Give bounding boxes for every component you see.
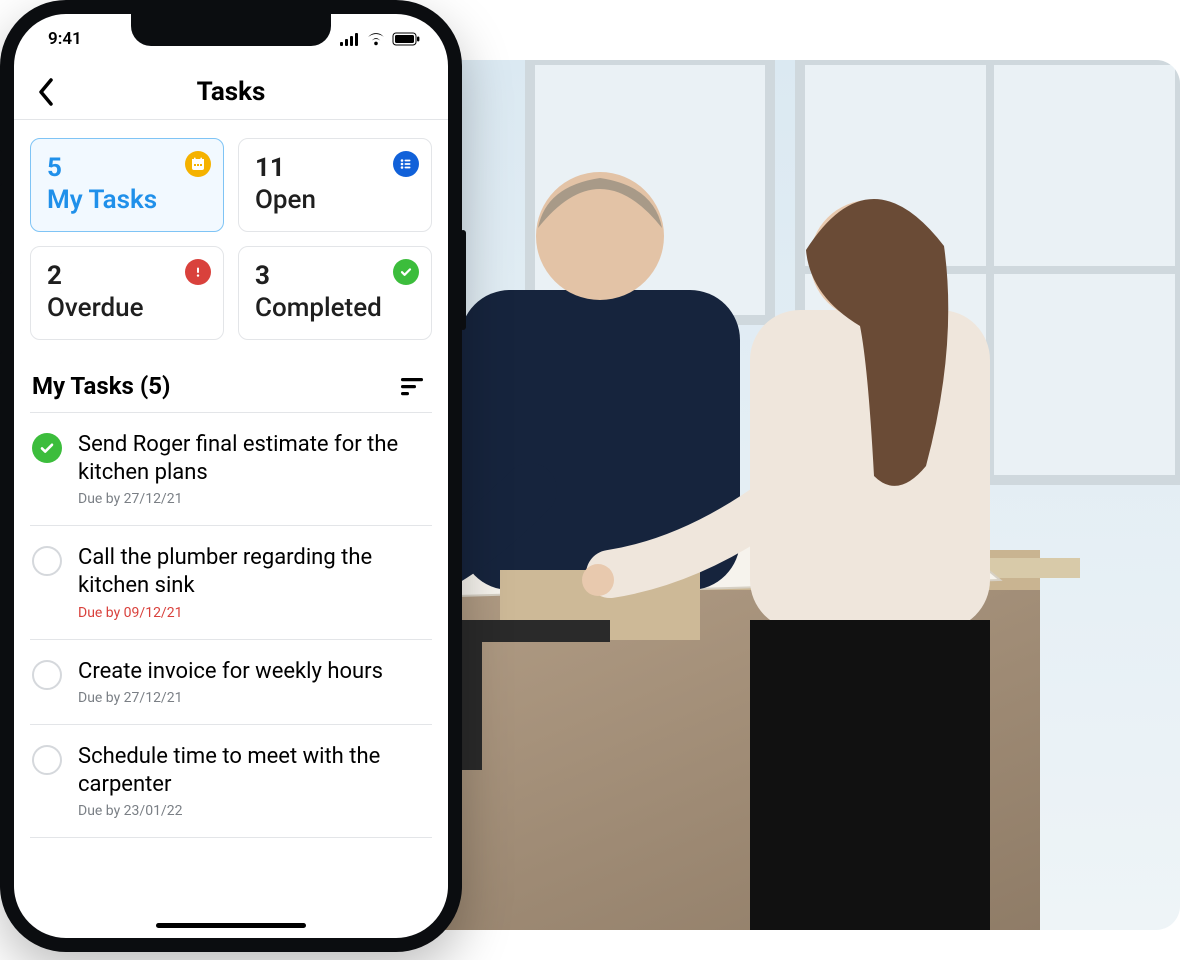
list-icon <box>393 151 419 177</box>
filter-count: 11 <box>255 153 415 183</box>
task-title: Send Roger final estimate for the kitche… <box>78 431 430 487</box>
task-title: Call the plumber regarding the kitchen s… <box>78 544 430 600</box>
task-title: Create invoice for weekly hours <box>78 658 430 686</box>
status-time: 9:41 <box>48 29 82 49</box>
task-row[interactable]: Create invoice for weekly hours Due by 2… <box>30 640 432 725</box>
task-checkbox[interactable] <box>32 660 62 690</box>
nav-header: Tasks <box>14 64 448 120</box>
task-due: Due by 27/12/21 <box>78 690 430 706</box>
chevron-left-icon <box>37 78 55 106</box>
task-row[interactable]: Call the plumber regarding the kitchen s… <box>30 526 432 639</box>
phone-frame: 9:41 Tasks <box>0 0 462 952</box>
task-row[interactable]: Send Roger final estimate for the kitche… <box>30 412 432 526</box>
sort-button[interactable] <box>394 368 430 404</box>
filter-card-overdue[interactable]: 2 Overdue <box>30 246 224 340</box>
task-title: Schedule time to meet with the carpenter <box>78 743 430 799</box>
task-due: Due by 23/01/22 <box>78 803 430 819</box>
cellular-icon <box>340 33 360 46</box>
task-row[interactable]: Schedule time to meet with the carpenter… <box>30 725 432 838</box>
check-icon <box>393 259 419 285</box>
filter-count: 5 <box>47 153 207 183</box>
task-checkbox[interactable] <box>32 745 62 775</box>
task-checkbox[interactable] <box>32 546 62 576</box>
filter-label: Completed <box>255 293 415 323</box>
task-checkbox[interactable] <box>32 433 62 463</box>
home-indicator <box>156 923 306 928</box>
battery-icon <box>392 32 420 46</box>
task-due: Due by 09/12/21 <box>78 605 430 621</box>
filter-cards: 5 My Tasks 11 Open 2 Overdue <box>30 138 432 340</box>
filter-card-my-tasks[interactable]: 5 My Tasks <box>30 138 224 232</box>
calendar-icon <box>185 151 211 177</box>
page-title: Tasks <box>197 77 266 107</box>
alert-icon <box>185 259 211 285</box>
filter-label: Open <box>255 185 415 215</box>
filter-card-completed[interactable]: 3 Completed <box>238 246 432 340</box>
sort-icon <box>399 376 425 396</box>
filter-label: Overdue <box>47 293 207 323</box>
task-due: Due by 27/12/21 <box>78 491 430 507</box>
check-icon <box>38 439 56 457</box>
filter-card-open[interactable]: 11 Open <box>238 138 432 232</box>
back-button[interactable] <box>24 70 68 114</box>
task-list: Send Roger final estimate for the kitche… <box>30 412 432 838</box>
wifi-icon <box>366 32 386 46</box>
filter-count: 3 <box>255 261 415 291</box>
filter-count: 2 <box>47 261 207 291</box>
filter-label: My Tasks <box>47 185 207 215</box>
phone-notch <box>131 14 331 46</box>
section-title: My Tasks (5) <box>32 372 170 400</box>
